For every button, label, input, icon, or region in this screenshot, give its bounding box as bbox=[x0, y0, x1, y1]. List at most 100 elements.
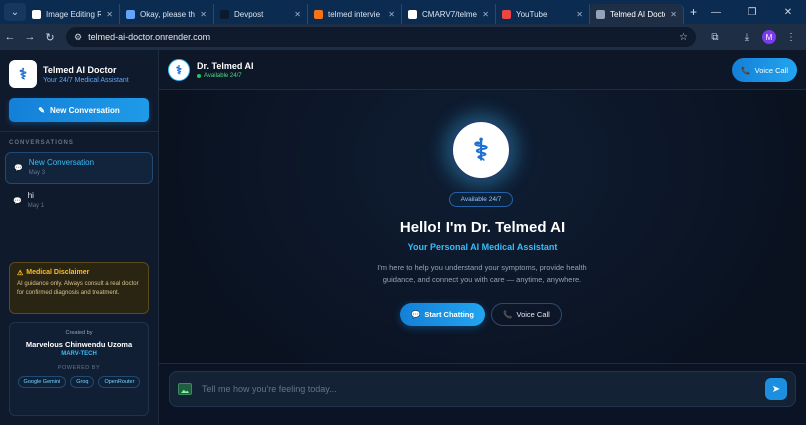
window-controls: — ❐ ✕ bbox=[698, 0, 806, 24]
tech-pill: Google Gemini bbox=[17, 376, 67, 388]
browser-tab-title: CMARV7/telme bbox=[422, 9, 477, 19]
created-by-label: Created by bbox=[65, 330, 93, 336]
doctor-name: Dr. Telmed AI bbox=[197, 60, 254, 71]
browser-tab-title: Devpost bbox=[234, 9, 264, 19]
new-tab-button[interactable]: + bbox=[690, 5, 697, 19]
brand: ⚕ Telmed AI Doctor Your 24/7 Medical Ass… bbox=[0, 50, 158, 98]
youtube-icon bbox=[502, 9, 511, 19]
conversation-title: hi bbox=[27, 191, 34, 200]
brand-subtitle: Your 24/7 Medical Assistant bbox=[43, 76, 129, 84]
conversation-item[interactable]: 💬 hi May 1 bbox=[5, 186, 153, 218]
minimize-icon[interactable]: — bbox=[698, 0, 734, 24]
browser-tab[interactable]: Image Editing R ✕ bbox=[26, 4, 120, 24]
address-bar[interactable]: ⚙ telmed-ai-doctor.onrender.com ☆ bbox=[66, 27, 696, 47]
close-tab-icon[interactable]: ✕ bbox=[388, 10, 395, 19]
chat-bubble-icon: 💬 bbox=[411, 310, 421, 319]
chat-bubble-icon: 💬 bbox=[14, 165, 23, 172]
phone-icon: 📞 bbox=[741, 65, 751, 75]
credit-card: Created by Marvelous Chinwendu Uzoma MAR… bbox=[9, 322, 149, 416]
download-icon[interactable]: ⤓ bbox=[736, 32, 758, 43]
header-voice-call-button[interactable]: 📞 Voice Call bbox=[732, 58, 797, 82]
start-chatting-label: Start Chatting bbox=[424, 310, 474, 319]
pencil-icon: ✎ bbox=[38, 105, 45, 115]
browser-tab[interactable]: CMARV7/telme ✕ bbox=[402, 4, 496, 24]
browser-tab[interactable]: YouTube ✕ bbox=[496, 4, 590, 24]
powered-by-label: POWERED BY bbox=[57, 365, 101, 371]
chat-bubble-icon: 💬 bbox=[13, 198, 22, 205]
sidebar: ⚕ Telmed AI Doctor Your 24/7 Medical Ass… bbox=[0, 50, 159, 425]
message-input[interactable] bbox=[202, 384, 765, 394]
conversation-title: New Conversation bbox=[28, 158, 95, 167]
hero-description: I'm here to help you understand your sym… bbox=[377, 263, 587, 284]
site-info-icon[interactable]: ⚙ bbox=[74, 32, 82, 43]
hero-subtitle: Your Personal AI Medical Assistant bbox=[407, 242, 558, 252]
maximize-icon[interactable]: ❐ bbox=[734, 0, 770, 24]
tech-pill: OpenRouter bbox=[98, 376, 141, 388]
conversation-date: May 1 bbox=[27, 203, 45, 209]
availability-badge: Available 24/7 bbox=[449, 192, 513, 207]
composer-area: ➤ bbox=[159, 363, 806, 425]
browser-tab-title: YouTube bbox=[516, 9, 548, 19]
doctor-status-text: Available 24/7 bbox=[204, 72, 242, 79]
composer: ➤ bbox=[169, 371, 796, 407]
creator-name: Marvelous Chinwendu Uzoma bbox=[25, 340, 133, 349]
disclaimer-title: Medical Disclaimer bbox=[26, 269, 90, 276]
hero-voice-call-button[interactable]: 📞 Voice Call bbox=[491, 303, 562, 326]
start-chatting-button[interactable]: 💬 Start Chatting bbox=[400, 303, 485, 326]
conversation-item[interactable]: 💬 New Conversation May 3 bbox=[5, 152, 153, 184]
close-tab-icon[interactable]: ✕ bbox=[670, 10, 677, 19]
disclaimer-body: AI guidance only. Always consult a real … bbox=[17, 281, 139, 296]
medical-disclaimer: ⚠ Medical Disclaimer AI guidance only. Al… bbox=[9, 262, 149, 314]
browser-menu-icon[interactable]: ⋮ bbox=[780, 32, 802, 43]
browser-tab[interactable]: Devpost ✕ bbox=[214, 4, 308, 24]
online-dot-icon bbox=[197, 73, 201, 78]
forward-icon[interactable]: → bbox=[20, 31, 40, 43]
globe-icon bbox=[596, 9, 605, 19]
image-icon bbox=[314, 9, 323, 19]
image-upload-icon[interactable] bbox=[178, 383, 192, 395]
send-button[interactable]: ➤ bbox=[765, 378, 787, 400]
browser-tab[interactable]: Telmed AI Doctor ✕ bbox=[590, 4, 684, 24]
close-window-icon[interactable]: ✕ bbox=[770, 0, 806, 24]
browser-tab-strip: ⌄ Image Editing R ✕ Okay, please thi ✕ Devpo… bbox=[0, 0, 806, 24]
browser-tab-title: Image Editing R bbox=[46, 9, 102, 19]
doc-icon bbox=[32, 9, 41, 19]
hero-greeting: Hello! I'm Dr. Telmed AI bbox=[399, 219, 566, 236]
phone-icon: 📞 bbox=[503, 310, 513, 319]
browser-tab-title: telmed intervie bbox=[328, 9, 381, 19]
conversations-heading: CONVERSATIONS bbox=[9, 140, 74, 146]
bookmark-star-icon[interactable]: ☆ bbox=[679, 32, 688, 43]
app-root: ⚕ Telmed AI Doctor Your 24/7 Medical Ass… bbox=[0, 50, 806, 425]
browser-tab[interactable]: Okay, please thi ✕ bbox=[120, 4, 214, 24]
url-text: telmed-ai-doctor.onrender.com bbox=[88, 32, 211, 42]
close-tab-icon[interactable]: ✕ bbox=[482, 10, 489, 19]
voice-call-label: Voice Call bbox=[754, 65, 788, 75]
close-tab-icon[interactable]: ✕ bbox=[200, 10, 207, 19]
close-tab-icon[interactable]: ✕ bbox=[294, 10, 301, 19]
brand-title: Telmed AI Doctor bbox=[43, 64, 117, 75]
conversation-date: May 3 bbox=[28, 170, 46, 176]
browser-toolbar: ← → ↻ ⚙ telmed-ai-doctor.onrender.com ☆ … bbox=[0, 24, 806, 50]
new-conversation-label: New Conversation bbox=[49, 105, 120, 115]
doctor-status: Available 24/7 bbox=[197, 73, 254, 79]
profile-avatar[interactable]: M bbox=[762, 30, 776, 44]
extensions-icon[interactable]: ⧉ bbox=[704, 32, 726, 43]
devpost-icon bbox=[220, 9, 229, 19]
browser-tab[interactable]: telmed intervie ✕ bbox=[308, 4, 402, 24]
github-icon bbox=[408, 9, 417, 19]
chat-main: ⚕ Dr. Telmed AI Available 24/7 📞 Voice C… bbox=[159, 50, 806, 425]
tab-search-icon[interactable]: ⌄ bbox=[4, 3, 26, 21]
back-icon[interactable]: ← bbox=[0, 31, 20, 43]
creator-org: MARV-TECH bbox=[61, 351, 97, 357]
doctor-avatar: ⚕ bbox=[168, 58, 190, 81]
warning-icon: ⚠ bbox=[17, 270, 24, 277]
browser-tab-title: Telmed AI Doctor bbox=[610, 9, 666, 19]
voice-call-label: Voice Call bbox=[516, 310, 550, 319]
reload-icon[interactable]: ↻ bbox=[40, 31, 60, 44]
caduceus-hero-icon: ⚕ bbox=[450, 119, 512, 181]
close-tab-icon[interactable]: ✕ bbox=[576, 10, 583, 19]
tech-pills: Google Gemini Groq OpenRouter bbox=[10, 376, 148, 388]
close-tab-icon[interactable]: ✕ bbox=[106, 10, 113, 19]
chat-header: ⚕ Dr. Telmed AI Available 24/7 📞 Voice C… bbox=[159, 50, 806, 90]
new-conversation-button[interactable]: ✎ New Conversation bbox=[9, 98, 149, 122]
